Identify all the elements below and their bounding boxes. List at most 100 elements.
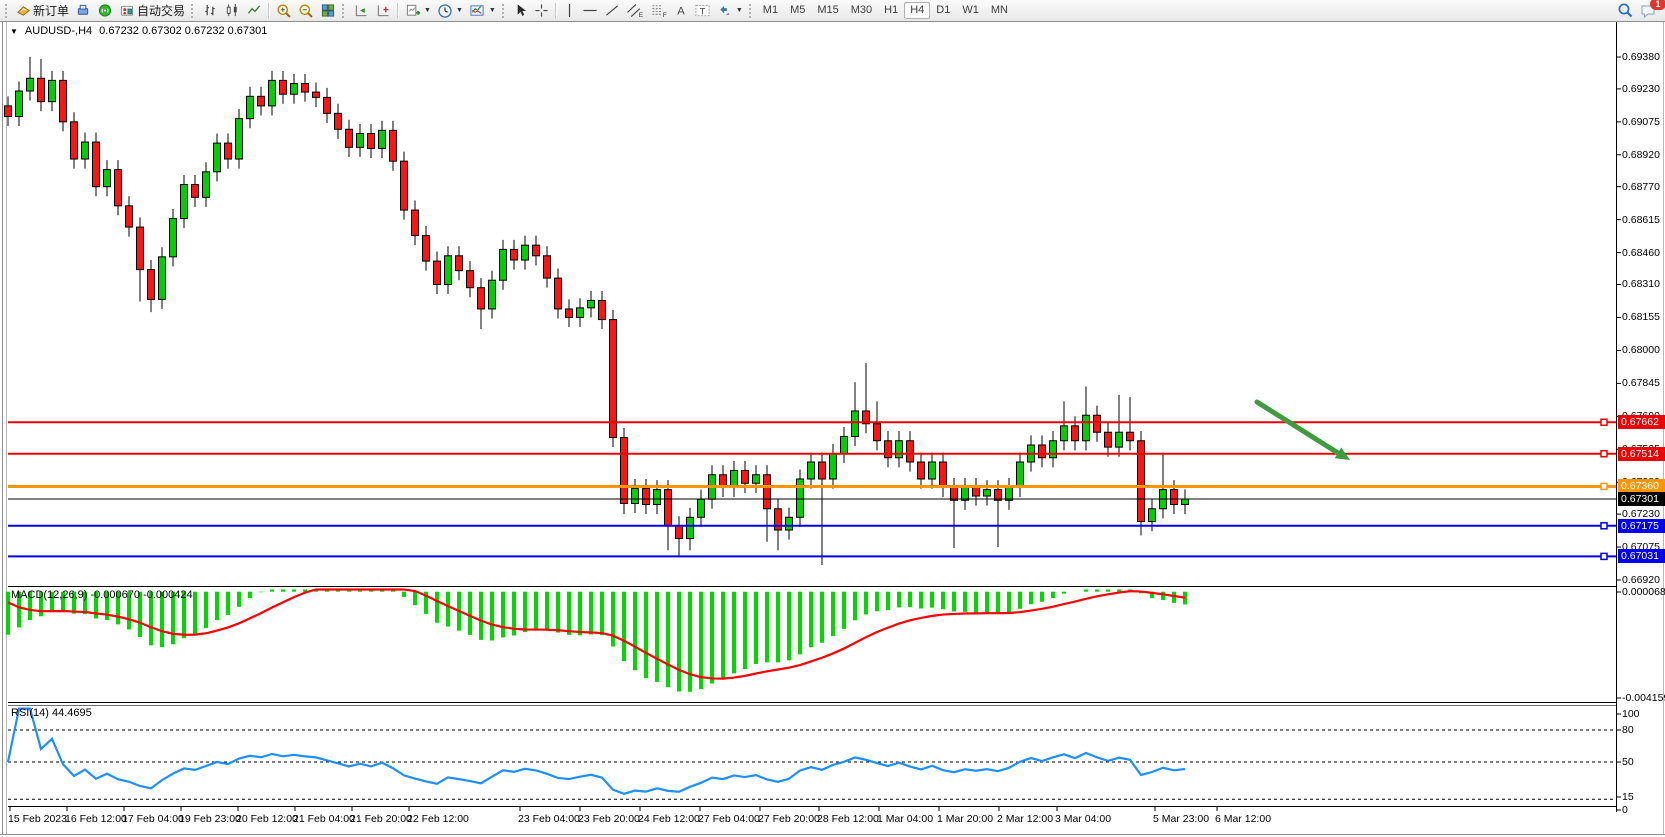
new-chart-icon [405, 3, 421, 18]
text-tool-button[interactable]: A [671, 1, 691, 20]
time-axis-label: 2 Mar 12:00 [997, 813, 1053, 825]
crosshair-tool-button[interactable] [531, 1, 552, 20]
price-axis-label: 0.68920 [1622, 149, 1660, 161]
zoom-out-button[interactable] [295, 1, 317, 20]
timeframe-button-m5[interactable]: M5 [784, 2, 811, 19]
svg-text:A: A [677, 6, 685, 18]
toolbar-right: 1 [1614, 1, 1661, 20]
text-label-tool-button[interactable]: T [691, 1, 714, 20]
rsi-axis-label: 50 [1622, 756, 1634, 768]
hline-0.67514[interactable] [8, 451, 1616, 457]
timeframe-button-mn[interactable]: MN [985, 2, 1014, 19]
arrows-tool-button[interactable]: ▼ [714, 1, 746, 20]
time-axis-label: 28 Feb 12:00 [817, 813, 879, 825]
vertical-line-icon [563, 3, 576, 18]
macd-histogram [8, 590, 1185, 692]
timeframe-button-w1[interactable]: W1 [956, 2, 985, 19]
bar-chart-button[interactable] [199, 1, 221, 20]
time-axis-label: 15 Feb 2023 [8, 813, 67, 825]
time-axis-label: 21 Feb 20:00 [350, 813, 412, 825]
market-watch-button[interactable] [72, 1, 94, 20]
notifications-button[interactable]: 1 [1637, 1, 1661, 20]
time-axis-label: 6 Mar 12:00 [1215, 813, 1271, 825]
hline-0.67031[interactable] [8, 553, 1616, 559]
rsi-line [8, 709, 1185, 794]
time-axis-label: 27 Feb 04:00 [698, 813, 760, 825]
arrow-objects-icon [717, 3, 733, 18]
tile-windows-button[interactable] [317, 1, 339, 20]
line-chart-icon [246, 3, 262, 18]
fibonacci-tool-button[interactable]: F [647, 1, 671, 20]
text-label-icon: T [694, 3, 711, 18]
new-chart-button[interactable]: ▼ [402, 1, 434, 20]
toolbar-separator [555, 3, 557, 19]
auto-scroll-button[interactable] [350, 1, 372, 20]
price-axis-label: 0.68615 [1622, 214, 1660, 226]
autotrading-button[interactable]: 自动交易 [116, 1, 188, 20]
timeframe-button-h1[interactable]: H1 [878, 2, 904, 19]
timeframe-button-m1[interactable]: M1 [757, 2, 784, 19]
macd-indicator-label: MACD(12,26,9) -0.000670 -0.000424 [11, 589, 193, 601]
price-axis-label: 0.67845 [1622, 377, 1660, 389]
price-tag-0.67514: 0.67514 [1618, 447, 1665, 461]
search-icon [1617, 2, 1634, 19]
chart-shift-button[interactable] [372, 1, 394, 20]
channel-tool-button[interactable]: E [623, 1, 647, 20]
mt4-terminal: { "toolbar": { "new_order_label": "新订单",… [0, 0, 1665, 837]
price-axis-label: 0.68000 [1622, 344, 1660, 356]
new-order-button[interactable]: 新订单 [13, 1, 72, 20]
timeframe-button-m30[interactable]: M30 [845, 2, 878, 19]
zoom-in-button[interactable] [273, 1, 295, 20]
candlestick-chart-button[interactable] [221, 1, 243, 20]
equidistant-channel-icon: E [626, 3, 644, 18]
macd-axis-label: 0.000068 [1622, 586, 1665, 598]
chart-canvas[interactable] [0, 0, 1665, 837]
cursor-icon [513, 3, 528, 18]
main-toolbar: 新订单 自动交易 ▼ ▼ [0, 0, 1665, 22]
profiles-button[interactable]: ▼ [434, 1, 466, 20]
toolbar-grip[interactable] [749, 4, 753, 18]
terminal-icon [75, 3, 91, 18]
rsi-axis-label: 100 [1622, 708, 1640, 720]
hline-0.67662[interactable] [8, 419, 1616, 425]
trendline-tool-button[interactable] [601, 1, 623, 20]
time-axis-label: 17 Feb 04:00 [122, 813, 184, 825]
line-chart-button[interactable] [243, 1, 265, 20]
toolbar-grip[interactable] [5, 4, 9, 18]
signals-button[interactable] [94, 1, 116, 20]
autotrading-icon [119, 3, 135, 18]
cursor-tool-button[interactable] [510, 1, 531, 20]
new-order-icon [16, 3, 31, 18]
price-axis-label: 0.68770 [1622, 181, 1660, 193]
hline-0.67175[interactable] [8, 523, 1616, 529]
price-tag-0.67175: 0.67175 [1618, 519, 1665, 533]
templates-button[interactable]: ▼ [466, 1, 499, 20]
symbol-dropdown-icon[interactable]: ▼ [10, 27, 18, 36]
clock-icon [437, 3, 453, 19]
time-axis-label: 5 Mar 23:00 [1153, 813, 1209, 825]
candlestick-icon [224, 3, 240, 18]
rsi-axis-label: 80 [1622, 724, 1634, 736]
price-axis-label: 0.66920 [1622, 574, 1660, 586]
fibonacci-icon: F [650, 3, 668, 18]
dropdown-caret: ▼ [489, 7, 496, 14]
text-icon: A [674, 3, 688, 18]
search-button[interactable] [1614, 1, 1637, 20]
toolbar-grip[interactable] [342, 4, 346, 18]
svg-text:E: E [639, 12, 644, 18]
dropdown-caret: ▼ [456, 7, 463, 14]
vertical-line-tool-button[interactable] [560, 1, 579, 20]
hline-0.67360[interactable] [8, 483, 1616, 489]
toolbar-grip[interactable] [502, 4, 506, 18]
rsi-axis-label: 15 [1622, 791, 1634, 803]
horizontal-line-tool-button[interactable] [579, 1, 601, 20]
zoom-out-icon [298, 3, 314, 19]
toolbar-grip[interactable] [191, 4, 195, 18]
time-axis-label: 23 Feb 20:00 [578, 813, 640, 825]
price-tag-0.67301: 0.67301 [1618, 492, 1665, 506]
trend-arrow-annotation[interactable] [1257, 402, 1350, 460]
svg-text:F: F [663, 12, 667, 18]
timeframe-button-h4[interactable]: H4 [904, 2, 930, 19]
timeframe-button-d1[interactable]: D1 [930, 2, 956, 19]
timeframe-button-m15[interactable]: M15 [811, 2, 844, 19]
